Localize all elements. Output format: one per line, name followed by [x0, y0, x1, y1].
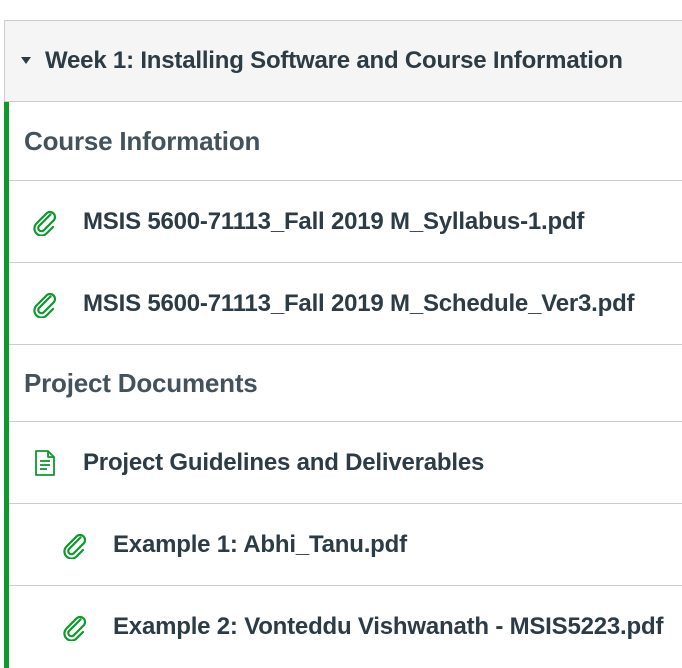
- module-item-example-2[interactable]: Example 2: Vonteddu Vishwanath - MSIS522…: [9, 586, 682, 668]
- subheader-course-information: Course Information: [9, 102, 682, 181]
- module-item-link[interactable]: MSIS 5600-71113_Fall 2019 M_Schedule_Ver…: [83, 290, 635, 318]
- module-header[interactable]: Week 1: Installing Software and Course I…: [5, 21, 682, 102]
- subheader-project-documents: Project Documents: [9, 345, 682, 422]
- subheader-title: Course Information: [24, 125, 261, 156]
- module-item-link[interactable]: Example 1: Abhi_Tanu.pdf: [113, 531, 407, 559]
- module-title: Week 1: Installing Software and Course I…: [45, 47, 623, 74]
- paperclip-icon: [29, 206, 61, 238]
- module-item-project-guidelines[interactable]: Project Guidelines and Deliverables: [9, 422, 682, 504]
- subheader-title: Project Documents: [24, 367, 258, 398]
- document-icon: [29, 447, 61, 479]
- paperclip-icon: [59, 529, 91, 561]
- paperclip-icon: [29, 288, 61, 320]
- module-items: Course Information MSIS 5600-71113_Fall …: [4, 102, 682, 668]
- module-item-link[interactable]: Project Guidelines and Deliverables: [83, 449, 484, 477]
- module-item-syllabus[interactable]: MSIS 5600-71113_Fall 2019 M_Syllabus-1.p…: [9, 181, 682, 263]
- paperclip-icon: [59, 611, 91, 643]
- module-item-link[interactable]: MSIS 5600-71113_Fall 2019 M_Syllabus-1.p…: [83, 208, 584, 236]
- caret-down-icon[interactable]: [19, 54, 33, 68]
- module-item-example-1[interactable]: Example 1: Abhi_Tanu.pdf: [9, 504, 682, 586]
- context-module: Week 1: Installing Software and Course I…: [4, 20, 682, 668]
- module-item-link[interactable]: Example 2: Vonteddu Vishwanath - MSIS522…: [113, 613, 663, 641]
- module-item-schedule[interactable]: MSIS 5600-71113_Fall 2019 M_Schedule_Ver…: [9, 263, 682, 345]
